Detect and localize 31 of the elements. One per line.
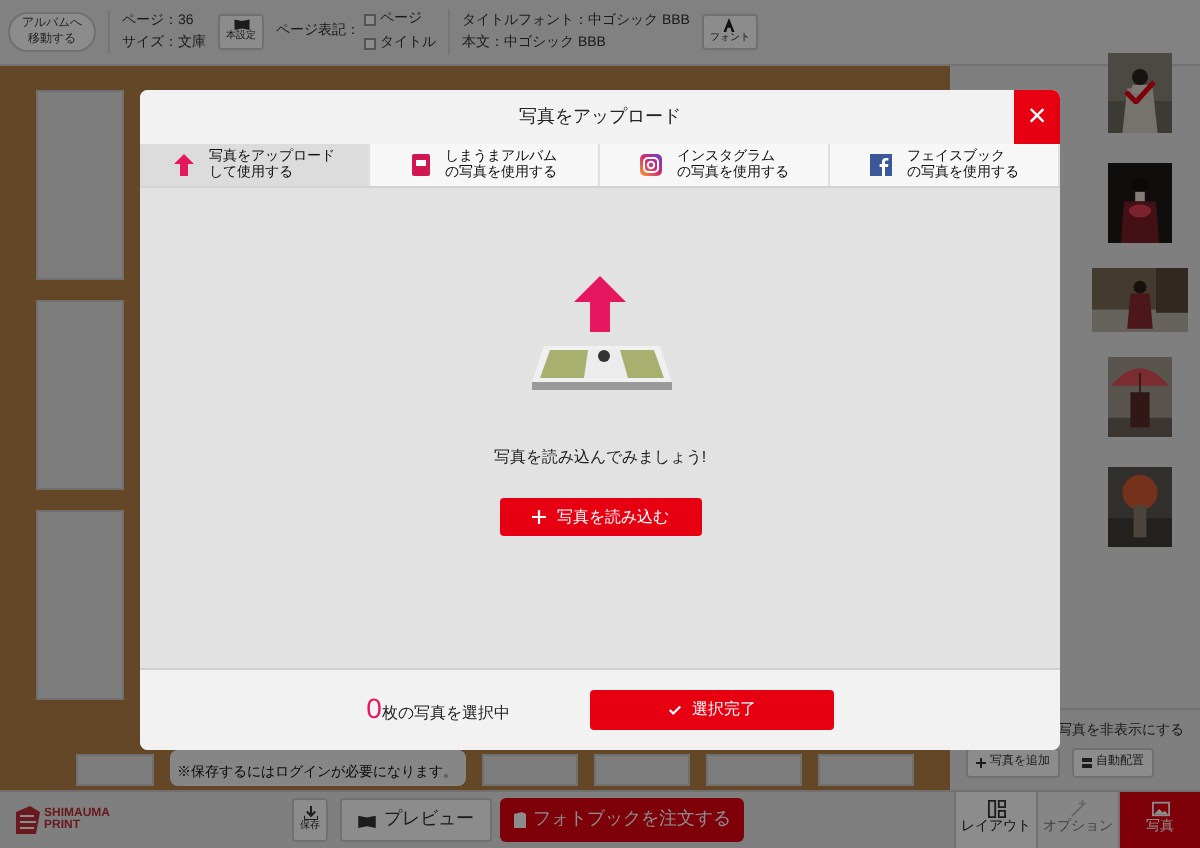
close-button[interactable]: × bbox=[1014, 90, 1060, 144]
done-button[interactable]: 選択完了 bbox=[589, 690, 834, 730]
font-icon bbox=[722, 17, 737, 32]
wand-icon bbox=[1069, 800, 1087, 819]
upload-arrow-icon bbox=[574, 276, 626, 332]
upload-arrow-icon bbox=[173, 154, 193, 176]
checkbox[interactable] bbox=[364, 14, 376, 27]
check-icon bbox=[667, 704, 682, 716]
dialog-title: 写真をアップロード bbox=[519, 103, 681, 130]
order-photobook-button[interactable]: フォトブックを注文する bbox=[500, 798, 744, 842]
page-thumbnail bbox=[705, 754, 802, 786]
upload-prompt: 写真を読み込んでみましょう! bbox=[493, 446, 707, 470]
preview-button[interactable]: プレビュー bbox=[340, 798, 492, 842]
grid-icon bbox=[1082, 758, 1092, 768]
plus-icon bbox=[976, 758, 986, 768]
download-icon bbox=[303, 805, 317, 820]
page-thumbnail bbox=[76, 754, 154, 786]
selected-count-label: 枚の写真を選択中 bbox=[381, 702, 510, 726]
page-thumbnail bbox=[817, 754, 915, 786]
load-photos-button[interactable]: 写真を読み込む bbox=[499, 498, 701, 536]
selected-count: 0 bbox=[366, 694, 382, 722]
image-icon bbox=[1151, 800, 1169, 819]
page-thumbnail bbox=[593, 754, 690, 786]
layout-icon bbox=[987, 800, 1005, 819]
plus-icon bbox=[531, 510, 545, 524]
photo-stack-drawing bbox=[528, 342, 672, 390]
facebook-icon bbox=[869, 154, 891, 176]
checkbox[interactable] bbox=[364, 37, 376, 50]
album-icon bbox=[411, 154, 429, 176]
camera-icon bbox=[639, 154, 661, 176]
page-thumbnail bbox=[481, 754, 578, 786]
